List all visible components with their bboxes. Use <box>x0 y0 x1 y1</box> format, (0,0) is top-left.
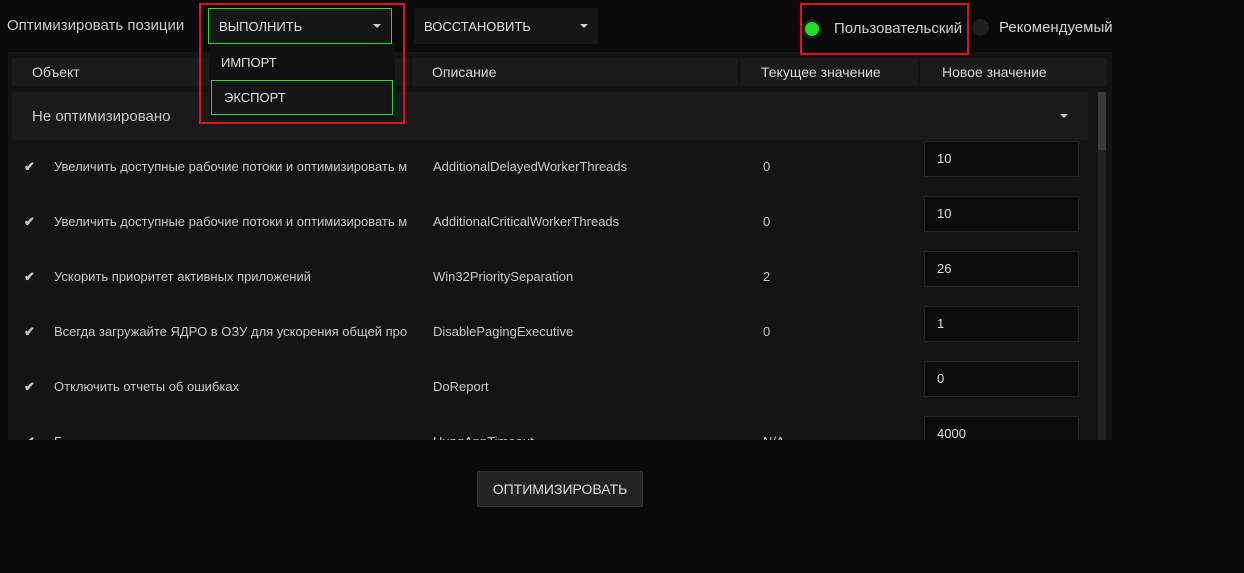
chevron-down-icon <box>580 24 588 28</box>
current-value-cell: 0 <box>763 214 771 229</box>
table-row[interactable]: ✔ Б HungAppTimeout N/A 4000 <box>8 416 1098 440</box>
new-value-input[interactable]: 26 <box>924 251 1079 287</box>
run-label: ВЫПОЛНИТЬ <box>219 18 303 34</box>
radio-recommended[interactable]: Рекомендуемый <box>972 19 1113 36</box>
object-cell: Б <box>54 428 410 440</box>
new-value-input[interactable]: 4000 <box>924 416 1079 440</box>
check-icon: ✔ <box>24 428 40 440</box>
object-cell: Отключить отчеты об ошибках <box>54 379 240 394</box>
filter-label: Не оптимизировано <box>32 107 171 125</box>
radio-recommended-label: Рекомендуемый <box>999 19 1113 36</box>
chevron-down-icon <box>373 24 381 28</box>
settings-table: Объект Описание Текущее значение Новое з… <box>8 52 1112 440</box>
current-value-cell: 2 <box>763 269 771 284</box>
current-value-cell: N/A <box>763 428 785 440</box>
check-icon: ✔ <box>24 159 35 174</box>
run-dropdown[interactable]: ВЫПОЛНИТЬ <box>208 8 392 44</box>
new-value-input[interactable]: 0 <box>924 361 1079 397</box>
object-cell: Всегда загружайте ЯДРО в ОЗУ для ускорен… <box>54 324 408 339</box>
run-dropdown-menu: ИМПОРТ ЭКСПОРТ <box>209 44 395 120</box>
menu-item-export[interactable]: ЭКСПОРТ <box>211 80 393 115</box>
object-cell: Ускорить приоритет активных приложений <box>54 269 312 284</box>
check-icon: ✔ <box>24 324 35 339</box>
check-icon: ✔ <box>24 214 35 229</box>
restore-dropdown[interactable]: ВОССТАНОВИТЬ <box>414 8 598 44</box>
radio-custom-label: Пользовательский <box>834 20 963 37</box>
new-value-input[interactable]: 1 <box>924 306 1079 342</box>
radio-selected-icon <box>805 21 819 36</box>
new-value-input[interactable]: 10 <box>924 141 1079 177</box>
radio-unselected-icon <box>972 19 989 36</box>
filter-dropdown[interactable]: Не оптимизировано <box>12 92 1088 140</box>
scrollbar-thumb[interactable] <box>1098 92 1106 150</box>
restore-label: ВОССТАНОВИТЬ <box>424 18 531 34</box>
chevron-down-icon <box>1060 114 1068 118</box>
description-cell: Win32PrioritySeparation <box>433 269 574 284</box>
description-cell: DisablePagingExecutive <box>433 324 574 339</box>
optimize-positions-label: Оптимизировать позиции <box>7 17 185 34</box>
description-cell: AdditionalDelayedWorkerThreads <box>433 159 628 174</box>
column-header-description[interactable]: Описание <box>412 58 738 86</box>
column-header-current[interactable]: Текущее значение <box>741 58 918 86</box>
current-value-cell: 0 <box>763 159 771 174</box>
new-value-input[interactable]: 10 <box>924 196 1079 232</box>
column-header-new[interactable]: Новое значение <box>920 58 1107 86</box>
description-cell: HungAppTimeout <box>433 428 733 440</box>
check-icon: ✔ <box>24 379 35 394</box>
object-cell: Увеличить доступные рабочие потоки и опт… <box>54 159 408 174</box>
menu-item-import[interactable]: ИМПОРТ <box>209 44 395 80</box>
description-cell: DoReport <box>433 379 489 394</box>
radio-custom[interactable]: Пользовательский <box>805 20 962 37</box>
optimize-button[interactable]: ОПТИМИЗИРОВАТЬ <box>477 471 643 507</box>
object-cell: Увеличить доступные рабочие потоки и опт… <box>54 214 408 229</box>
check-icon: ✔ <box>24 269 35 284</box>
current-value-cell: 0 <box>763 324 771 339</box>
description-cell: AdditionalCriticalWorkerThreads <box>433 214 620 229</box>
